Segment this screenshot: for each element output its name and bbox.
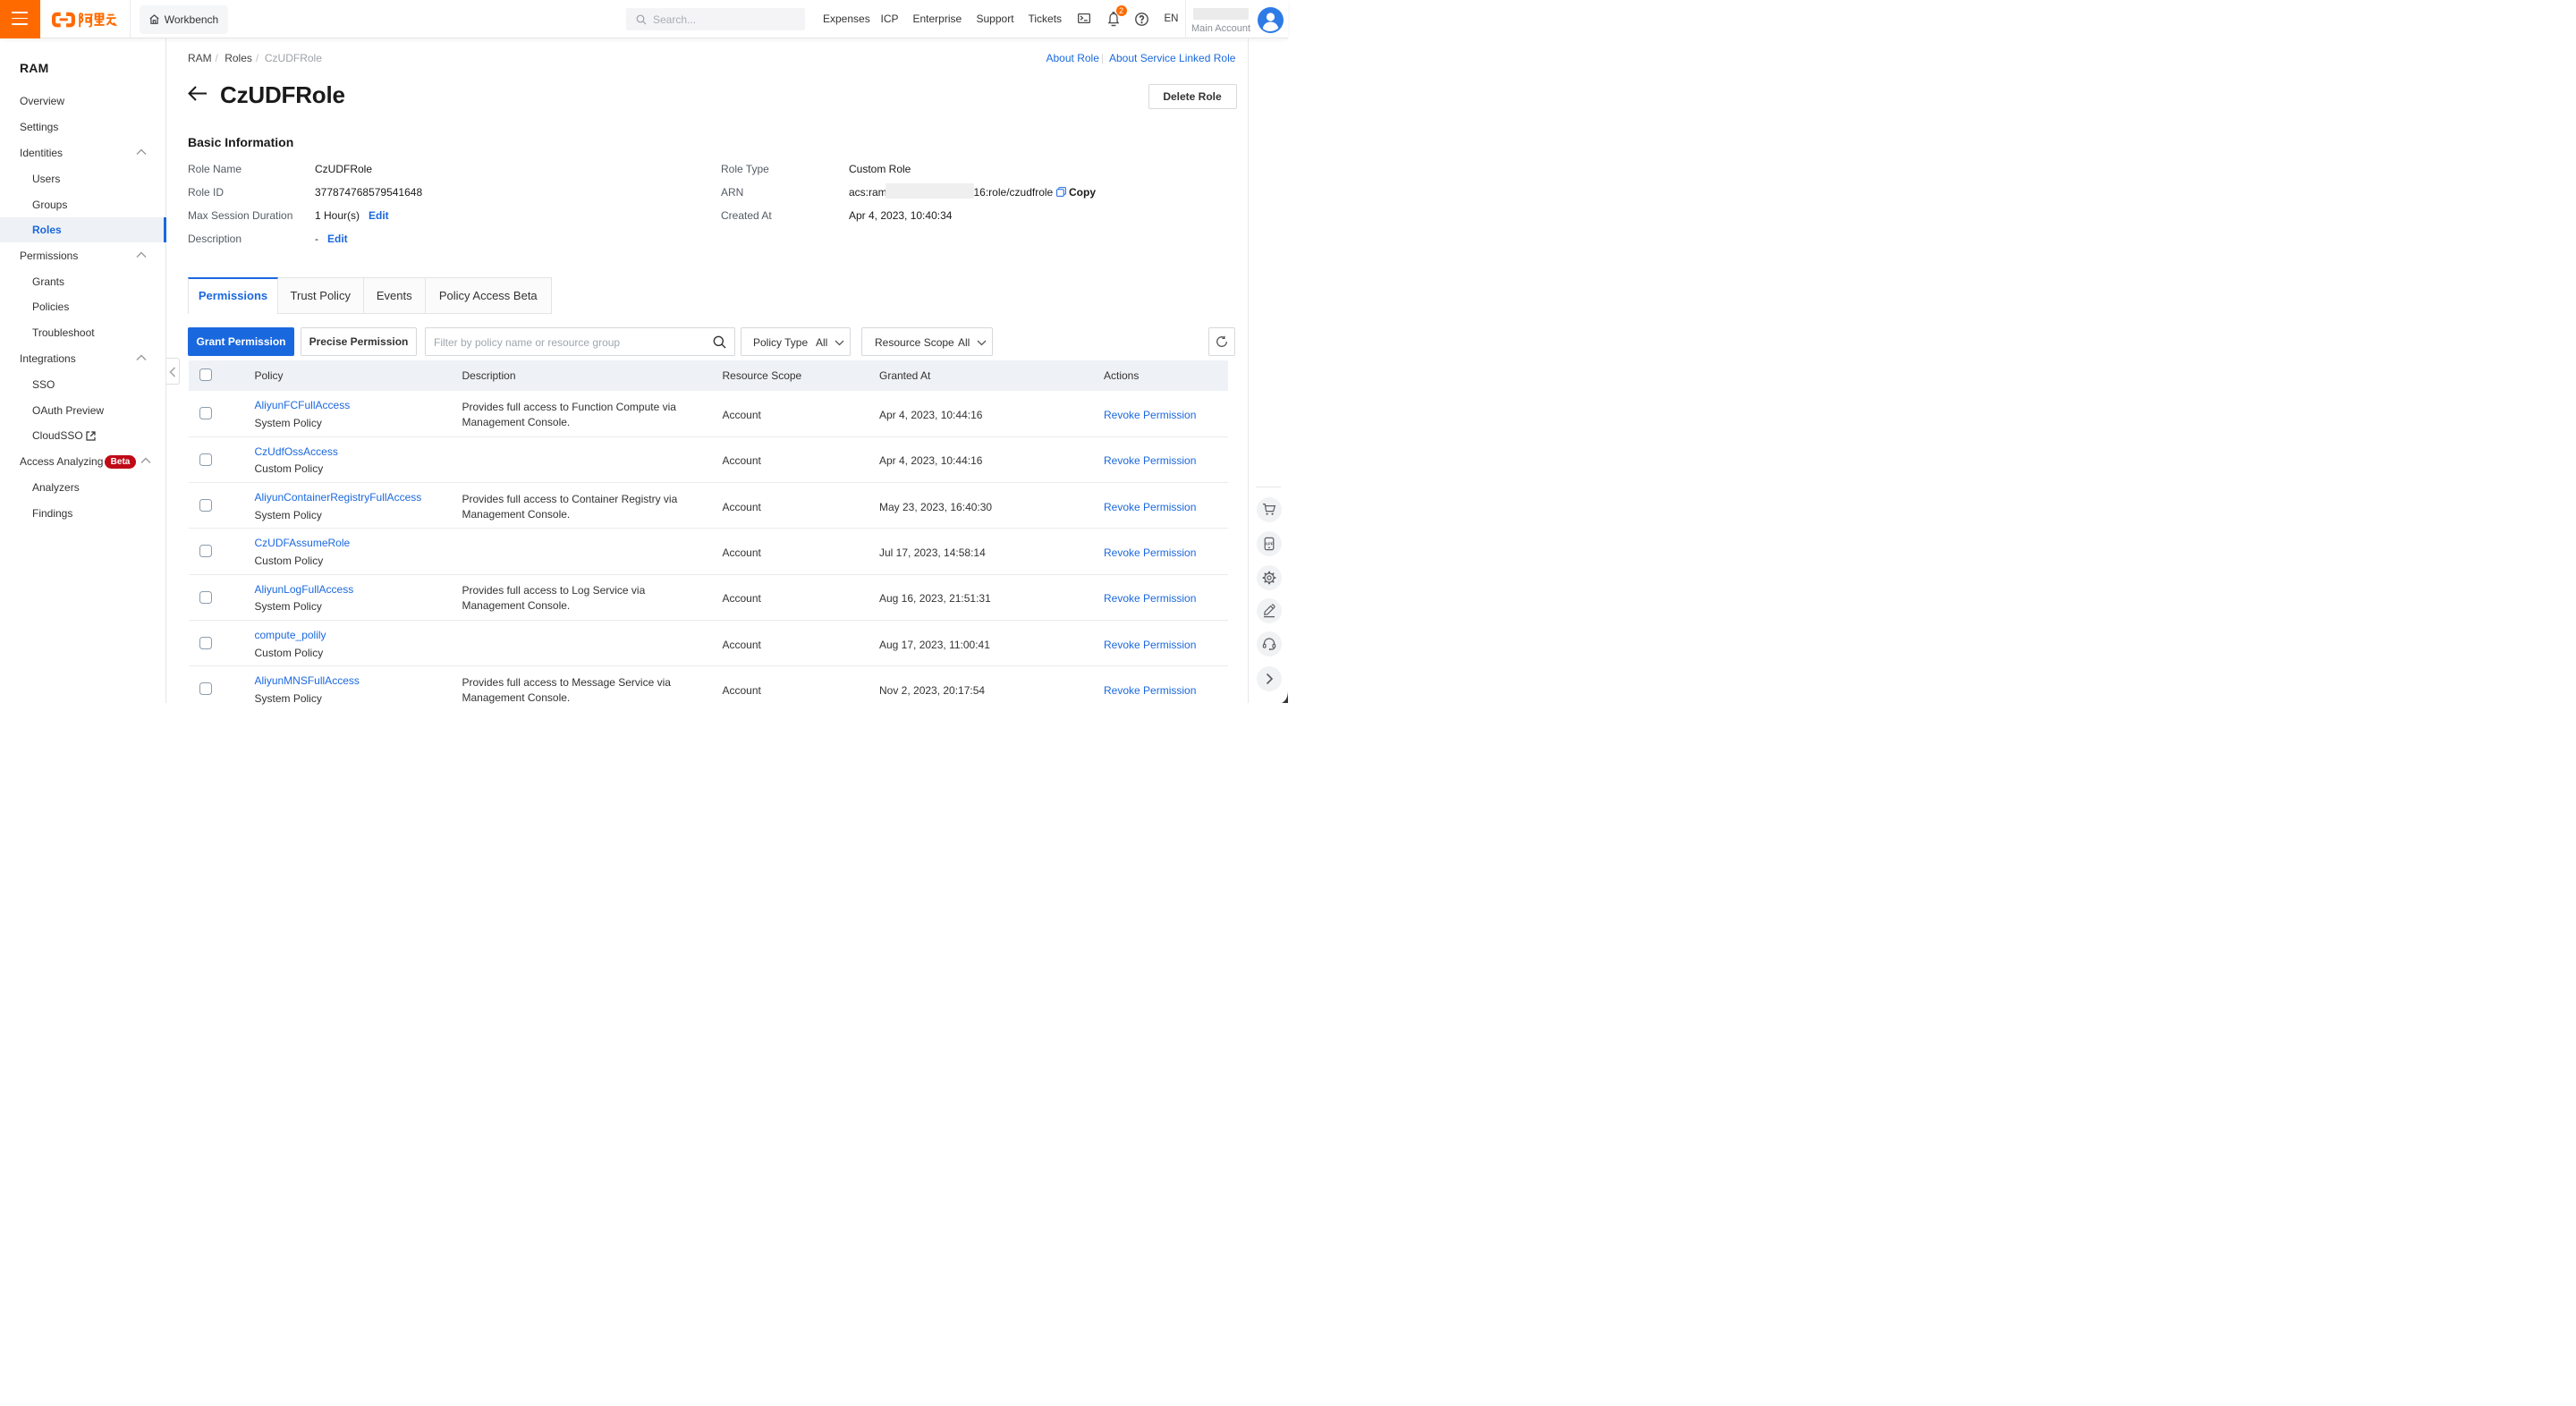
svg-text:APP: APP xyxy=(1265,541,1275,546)
